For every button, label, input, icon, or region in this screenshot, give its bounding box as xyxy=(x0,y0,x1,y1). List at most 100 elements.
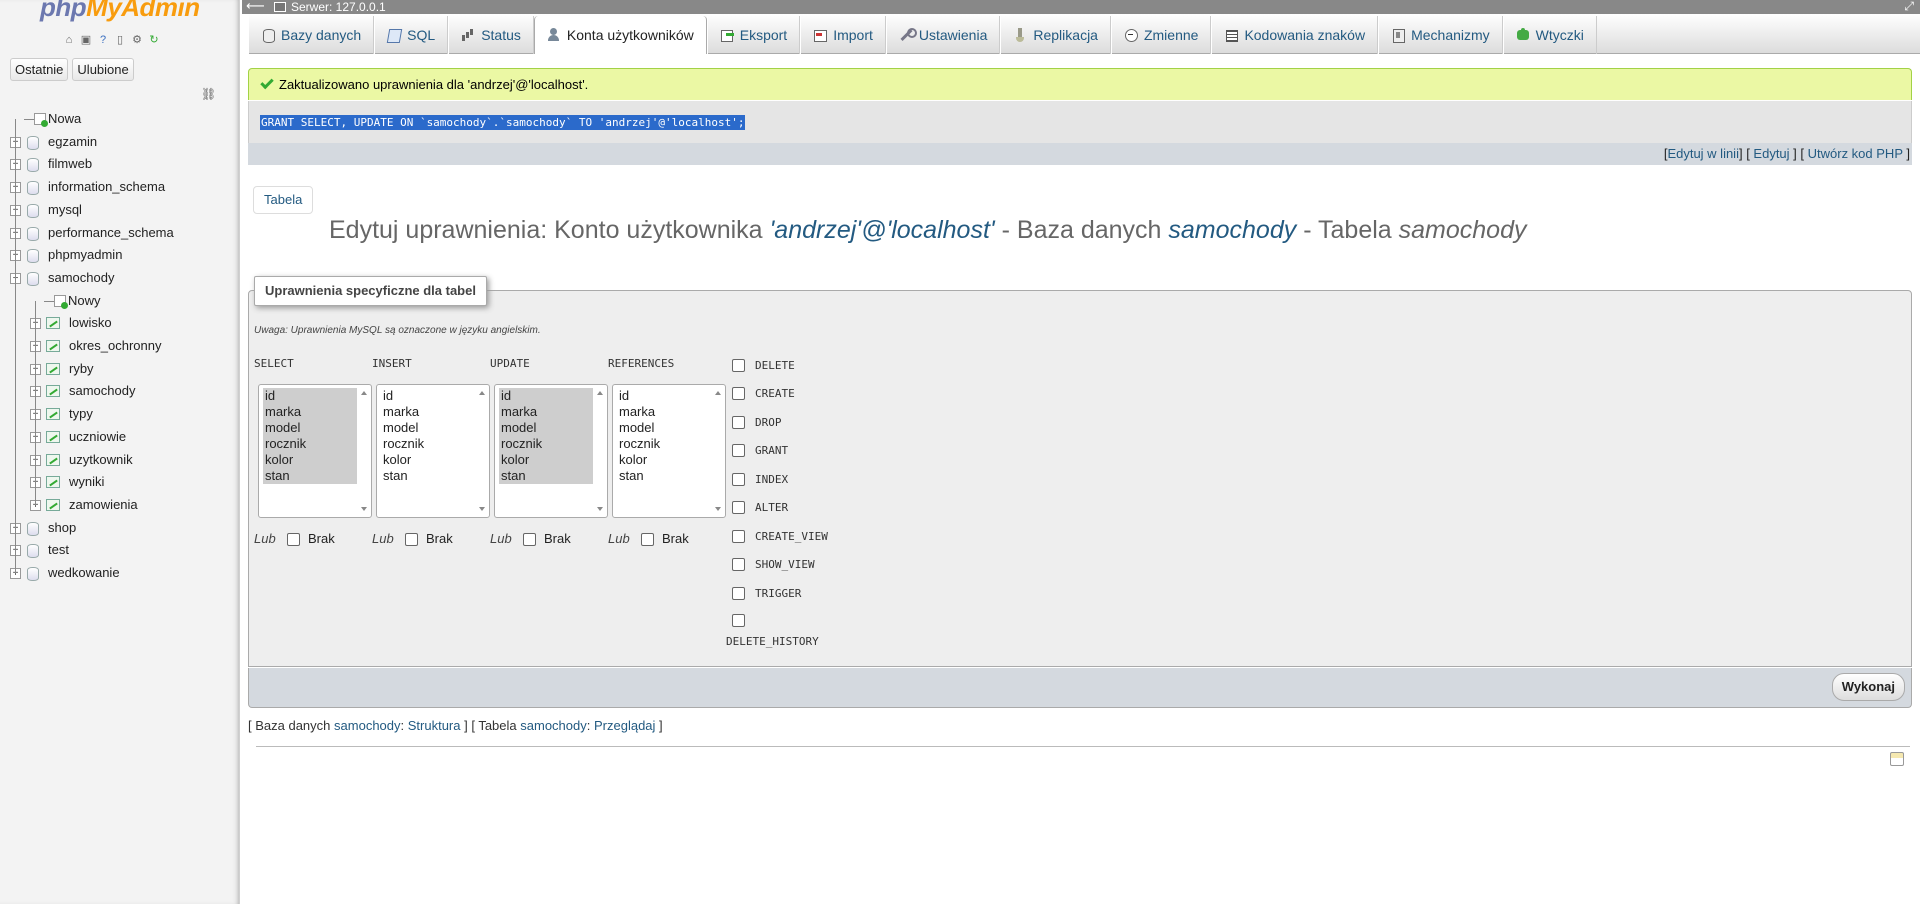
tree-item-performance-schema[interactable]: + performance_schema xyxy=(0,222,239,245)
browse-link[interactable]: Przeglądaj xyxy=(594,718,655,733)
database-link[interactable]: samochody xyxy=(1168,216,1296,244)
tree-item-ryby[interactable]: + ryby xyxy=(0,358,239,381)
scrollbar[interactable] xyxy=(712,385,725,517)
column-option[interactable]: kolor xyxy=(617,452,711,468)
column-option[interactable]: id xyxy=(381,388,475,404)
tree-item-zamowienia[interactable]: + zamowienia xyxy=(0,494,239,517)
phpmyadmin-logo[interactable]: phpMyAdmin xyxy=(40,0,200,23)
column-option[interactable]: rocznik xyxy=(617,436,711,452)
tree-label[interactable]: Nowy xyxy=(68,290,101,313)
scroll-up-icon[interactable] xyxy=(715,391,721,395)
scroll-up-icon[interactable] xyxy=(597,391,603,395)
column-option[interactable]: id xyxy=(263,388,357,404)
priv-checkbox[interactable] xyxy=(732,444,745,457)
tree-item-typy[interactable]: + typy xyxy=(0,403,239,426)
scroll-down-icon[interactable] xyxy=(361,507,367,511)
tree-item-test[interactable]: + test xyxy=(0,539,239,562)
tree-item-uczniowie[interactable]: + uczniowie xyxy=(0,426,239,449)
scrollbar[interactable] xyxy=(476,385,489,517)
priv-checkbox[interactable] xyxy=(732,473,745,486)
tree-item-lowisko[interactable]: + lowisko xyxy=(0,312,239,335)
tree-item-uzytkownik[interactable]: + uzytkownik xyxy=(0,449,239,472)
tree-label[interactable]: ryby xyxy=(69,358,94,381)
tab-zmienne[interactable]: Zmienne xyxy=(1110,16,1212,54)
column-select-references[interactable]: id marka model rocznik kolor stan xyxy=(612,384,726,518)
tree-item-Nowa[interactable]: Nowa xyxy=(0,108,239,131)
priv-checkbox[interactable] xyxy=(732,587,745,600)
priv-checkbox[interactable] xyxy=(732,558,745,571)
home-icon[interactable]: ⌂ xyxy=(62,33,76,47)
column-option[interactable]: marka xyxy=(499,404,593,420)
none-checkbox-update[interactable] xyxy=(523,533,536,546)
structure-link[interactable]: Struktura xyxy=(408,718,461,733)
column-option[interactable]: kolor xyxy=(263,452,357,468)
column-option[interactable]: stan xyxy=(499,468,593,484)
tree-label[interactable]: filmweb xyxy=(48,153,92,176)
tab-replikacja[interactable]: Replikacja xyxy=(1000,16,1111,54)
priv-checkbox[interactable] xyxy=(732,530,745,543)
column-option[interactable]: model xyxy=(263,420,357,436)
tree-label[interactable]: samochody xyxy=(69,380,135,403)
tree-item-okres-ochronny[interactable]: + okres_ochronny xyxy=(0,335,239,358)
priv-checkbox[interactable] xyxy=(732,359,745,372)
tab-bazy-danych[interactable]: Bazy danych xyxy=(248,16,375,54)
link-with-main-panel-icon[interactable]: ⛓ xyxy=(201,87,216,101)
column-option[interactable]: id xyxy=(617,388,711,404)
priv-checkbox[interactable] xyxy=(732,614,745,627)
tab-sql[interactable]: SQL xyxy=(374,16,449,54)
maximize-icon[interactable]: ⤢ xyxy=(1904,0,1914,13)
tree-item-filmweb[interactable]: + filmweb xyxy=(0,153,239,176)
favorite-tables-button[interactable]: Ulubione xyxy=(72,58,134,81)
tree-item-information-schema[interactable]: + information_schema xyxy=(0,176,239,199)
column-option[interactable]: rocznik xyxy=(499,436,593,452)
priv-checkbox[interactable] xyxy=(732,501,745,514)
tree-label[interactable]: uzytkownik xyxy=(69,449,133,472)
tree-item-mysql[interactable]: + mysql xyxy=(0,199,239,222)
column-option[interactable]: model xyxy=(499,420,593,436)
tree-label[interactable]: Nowa xyxy=(48,108,81,131)
tree-item-egzamin[interactable]: + egzamin xyxy=(0,131,239,154)
table-name-link[interactable]: samochody xyxy=(520,718,586,733)
column-option[interactable]: model xyxy=(381,420,475,436)
go-button[interactable]: Wykonaj xyxy=(1831,673,1905,701)
scroll-up-icon[interactable] xyxy=(361,391,367,395)
tree-label[interactable]: wedkowanie xyxy=(48,562,120,585)
tree-label[interactable]: performance_schema xyxy=(48,222,174,245)
column-option[interactable]: marka xyxy=(381,404,475,420)
reload-icon[interactable]: ↻ xyxy=(147,33,161,47)
tab-mechanizmy[interactable]: Mechanizmy xyxy=(1378,16,1503,54)
scrollbar[interactable] xyxy=(594,385,607,517)
tab-import[interactable]: Import xyxy=(800,16,886,54)
edit-inline-link[interactable]: Edytuj w linii xyxy=(1667,146,1739,161)
tree-item-samochody[interactable]: + samochody xyxy=(0,380,239,403)
none-checkbox-insert[interactable] xyxy=(405,533,418,546)
help-icon[interactable]: ? xyxy=(96,33,110,47)
priv-checkbox[interactable] xyxy=(732,387,745,400)
scroll-down-icon[interactable] xyxy=(715,507,721,511)
tree-label[interactable]: wyniki xyxy=(69,471,104,494)
priv-checkbox[interactable] xyxy=(732,416,745,429)
create-php-code-link[interactable]: Utwórz kod PHP xyxy=(1808,146,1903,161)
tree-label[interactable]: zamowienia xyxy=(69,494,138,517)
column-option[interactable]: marka xyxy=(263,404,357,420)
tab-konta-użytkowników[interactable]: Konta użytkowników xyxy=(533,16,707,54)
tree-item-wyniki[interactable]: + wyniki xyxy=(0,471,239,494)
tab-ustawienia[interactable]: Ustawienia xyxy=(885,16,1001,54)
none-checkbox-references[interactable] xyxy=(641,533,654,546)
sql-query-icon[interactable]: ▣ xyxy=(79,33,93,47)
column-option[interactable]: stan xyxy=(617,468,711,484)
user-account-link[interactable]: 'andrzej'@'localhost' xyxy=(770,216,995,244)
recent-tables-button[interactable]: Ostatnie xyxy=(10,58,69,81)
scroll-down-icon[interactable] xyxy=(597,507,603,511)
column-option[interactable]: id xyxy=(499,388,593,404)
column-option[interactable]: marka xyxy=(617,404,711,420)
tree-item-samochody[interactable]: − samochody xyxy=(0,267,239,290)
settings-icon[interactable]: ⚙ xyxy=(130,33,144,47)
tree-label[interactable]: shop xyxy=(48,517,76,540)
scroll-down-icon[interactable] xyxy=(479,507,485,511)
tree-label[interactable]: uczniowie xyxy=(69,426,126,449)
tree-label[interactable]: egzamin xyxy=(48,131,97,154)
console-icon[interactable] xyxy=(1890,752,1904,766)
column-select-update[interactable]: id marka model rocznik kolor stan xyxy=(494,384,608,518)
column-option[interactable]: kolor xyxy=(381,452,475,468)
